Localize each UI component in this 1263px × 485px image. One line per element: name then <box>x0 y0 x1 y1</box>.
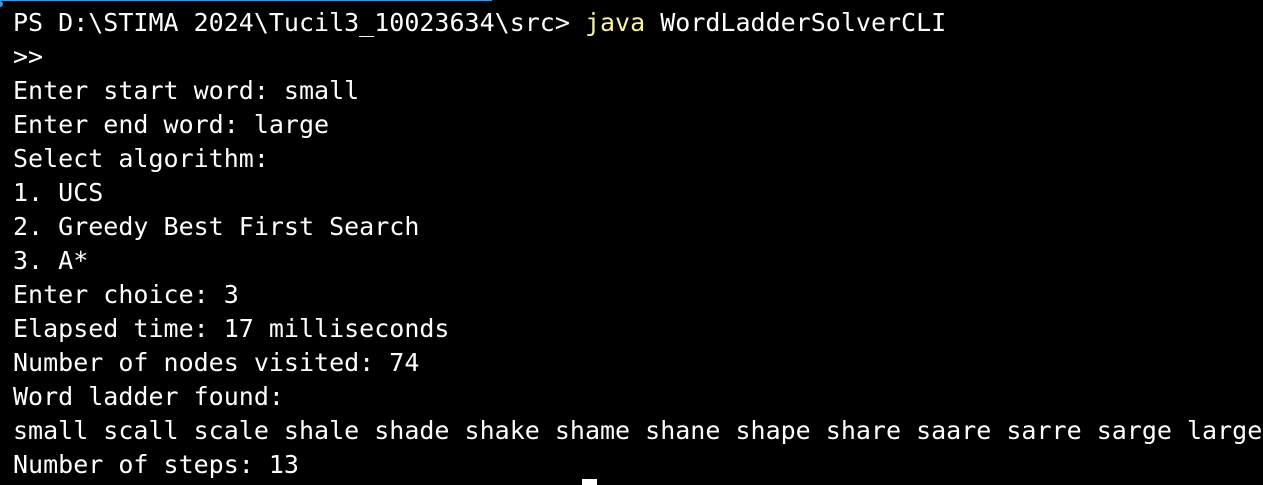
algorithm-option-greedy: 2. Greedy Best First Search <box>13 212 420 241</box>
terminal-cursor <box>582 479 597 485</box>
command-line: PS D:\STIMA 2024\Tucil3_10023634\src> ja… <box>13 6 1263 40</box>
elapsed-time-line: Elapsed time: 17 milliseconds <box>13 314 450 343</box>
start-word-line: Enter start word: small <box>13 76 360 105</box>
command-name: java <box>584 8 646 37</box>
ladder-words-line: small scall scale shale shade shake sham… <box>13 416 1263 445</box>
terminal-output[interactable]: PS D:\STIMA 2024\Tucil3_10023634\src> ja… <box>13 6 1263 482</box>
algorithm-option-ucs: 1. UCS <box>13 178 104 207</box>
continuation-prompt: >> <box>13 42 44 71</box>
shell-prompt: PS D:\STIMA 2024\Tucil3_10023634\src> <box>13 8 585 37</box>
nodes-visited-line: Number of nodes visited: 74 <box>13 348 420 377</box>
algorithm-option-astar: 3. A* <box>13 246 89 275</box>
terminal-tab-accent <box>0 0 492 7</box>
command-args: WordLadderSolverCLI <box>645 8 947 37</box>
steps-count-line: Number of steps: 13 <box>13 450 299 479</box>
end-word-line: Enter end word: large <box>13 110 330 139</box>
choice-line: Enter choice: 3 <box>13 280 239 309</box>
tab-indicator-dot <box>0 1 3 7</box>
ladder-found-line: Word ladder found: <box>13 382 284 411</box>
algorithm-menu-title: Select algorithm: <box>13 144 269 173</box>
